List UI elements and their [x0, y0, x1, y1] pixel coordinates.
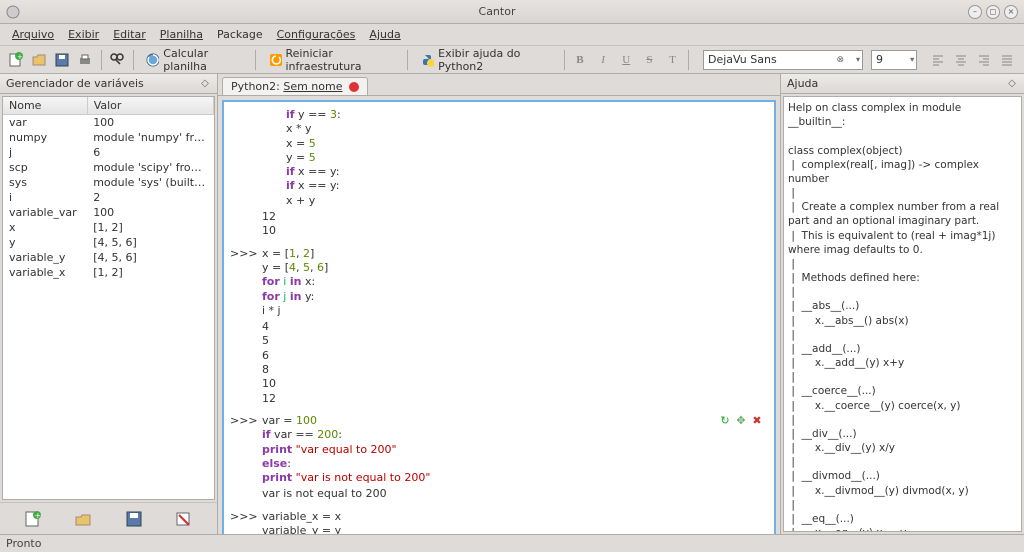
clear-icon[interactable]: ⊗: [836, 55, 844, 65]
prompt: >>>: [230, 414, 258, 428]
font-size-value: 9: [876, 53, 883, 66]
bold-button[interactable]: B: [570, 49, 589, 71]
menu-configuracoes[interactable]: Configurações: [271, 26, 362, 43]
font-family-value: DejaVu Sans: [708, 53, 777, 66]
align-right-button[interactable]: [973, 49, 995, 71]
col-valor[interactable]: Valor: [87, 97, 213, 115]
align-justify-button[interactable]: [996, 49, 1018, 71]
variable-manager-title: Gerenciador de variáveis: [6, 77, 144, 90]
help-body[interactable]: Help on class complex in module __builti…: [783, 96, 1022, 532]
underline-button[interactable]: U: [617, 49, 636, 71]
move-cell-button[interactable]: ✥: [734, 414, 748, 428]
window-titlebar: Cantor – ◻ ×: [0, 0, 1024, 24]
menu-arquivo[interactable]: Arquivo: [6, 26, 60, 43]
variable-toolbar: +: [0, 502, 217, 534]
help-python-label: Exibir ajuda do Python2: [438, 47, 551, 73]
statusbar: Pronto: [0, 534, 1024, 552]
new-button[interactable]: +: [6, 49, 25, 71]
window-close-button[interactable]: ×: [1004, 5, 1018, 19]
table-row[interactable]: variable_y[4, 5, 6]: [3, 250, 214, 265]
table-row[interactable]: sysmodule 'sys' (built-in): [3, 175, 214, 190]
run-cell-button[interactable]: ↻: [718, 414, 732, 428]
svg-text:+: +: [35, 511, 42, 520]
window-title: Cantor: [26, 5, 968, 18]
main-toolbar: + Calcular planilha Reiniciar infraestru…: [0, 46, 1024, 74]
prompt: >>>: [230, 510, 258, 524]
variable-manager-panel: Gerenciador de variáveis ◇ Nome Valor va…: [0, 74, 218, 534]
tab-label: Python2: Sem nome: [231, 80, 343, 93]
code-cell[interactable]: >>> ↻ ✥ ✖ var = 100if var == 200: print …: [230, 412, 768, 487]
panel-close-button[interactable]: ◇: [1006, 78, 1018, 90]
tabbar: Python2: Sem nome: [218, 74, 780, 96]
strike-button[interactable]: S: [640, 49, 659, 71]
menu-ajuda[interactable]: Ajuda: [363, 26, 406, 43]
calculate-button[interactable]: Calcular planilha: [139, 45, 248, 75]
tab-dirty-icon: [349, 82, 359, 92]
find-button[interactable]: [107, 49, 126, 71]
table-row[interactable]: j6: [3, 145, 214, 160]
cell-output: 45681012: [230, 320, 768, 412]
menu-editar[interactable]: Editar: [107, 26, 152, 43]
cell-output: 1210: [230, 210, 768, 245]
worksheet[interactable]: if y == 3: x * yx = 5y = 5if x == y: if …: [222, 100, 776, 534]
help-python-button[interactable]: Exibir ajuda do Python2: [414, 45, 557, 75]
table-row[interactable]: variable_var100: [3, 205, 214, 220]
chevron-down-icon: ▾: [856, 55, 860, 64]
align-left-button[interactable]: [927, 49, 949, 71]
save-variable-button[interactable]: [120, 507, 148, 531]
window-maximize-button[interactable]: ◻: [986, 5, 1000, 19]
col-nome[interactable]: Nome: [3, 97, 87, 115]
window-minimize-button[interactable]: –: [968, 5, 982, 19]
panel-close-button[interactable]: ◇: [199, 78, 211, 90]
chevron-down-icon: ▾: [910, 55, 914, 64]
variable-table[interactable]: Nome Valor var100numpymodule 'numpy' fro…: [2, 96, 215, 500]
table-row[interactable]: variable_x[1, 2]: [3, 265, 214, 280]
variable-manager-header: Gerenciador de variáveis ◇: [0, 74, 217, 94]
table-row[interactable]: i2: [3, 190, 214, 205]
tab-python2[interactable]: Python2: Sem nome: [222, 77, 368, 95]
app-icon: [6, 5, 20, 19]
status-text: Pronto: [6, 537, 41, 550]
menu-exibir[interactable]: Exibir: [62, 26, 105, 43]
worksheet-scroll[interactable]: if y == 3: x * yx = 5y = 5if x == y: if …: [218, 96, 780, 534]
table-row[interactable]: numpymodule 'numpy' from '/u...: [3, 130, 214, 145]
menu-package[interactable]: Package: [211, 26, 269, 43]
prompt: >>>: [230, 247, 258, 261]
menubar: Arquivo Exibir Editar Planilha Package C…: [0, 24, 1024, 46]
align-center-button[interactable]: [950, 49, 972, 71]
table-row[interactable]: var100: [3, 115, 214, 131]
table-row[interactable]: x[1, 2]: [3, 220, 214, 235]
table-row[interactable]: y[4, 5, 6]: [3, 235, 214, 250]
text-button[interactable]: T: [663, 49, 682, 71]
add-variable-button[interactable]: +: [19, 507, 47, 531]
restart-button[interactable]: Reiniciar infraestrutura: [262, 45, 402, 75]
code-cell[interactable]: if y == 3: x * yx = 5y = 5if x == y: if …: [230, 106, 768, 210]
calculate-label: Calcular planilha: [163, 47, 242, 73]
workspace: Gerenciador de variáveis ◇ Nome Valor va…: [0, 74, 1024, 534]
menu-planilha[interactable]: Planilha: [154, 26, 209, 43]
print-button[interactable]: [75, 49, 94, 71]
code-cell[interactable]: >>>x = [1, 2]y = [4, 5, 6]for i in x: fo…: [230, 245, 768, 320]
font-family-combo[interactable]: DejaVu Sans ⊗ ▾: [703, 50, 863, 70]
open-button[interactable]: [29, 49, 48, 71]
help-header: Ajuda ◇: [781, 74, 1024, 94]
font-size-combo[interactable]: 9 ▾: [871, 50, 917, 70]
code-cell[interactable]: >>>variable_x = xvariable_y = yvariable_…: [230, 508, 768, 534]
table-row[interactable]: scpmodule 'scipy' from '/usr...: [3, 160, 214, 175]
center-area: Python2: Sem nome if y == 3: x * yx = 5y…: [218, 74, 780, 534]
load-variable-button[interactable]: [69, 507, 97, 531]
delete-cell-button[interactable]: ✖: [750, 414, 764, 428]
delete-variable-button[interactable]: [170, 507, 198, 531]
help-panel: Ajuda ◇ Help on class complex in module …: [780, 74, 1024, 534]
save-button[interactable]: [52, 49, 71, 71]
cell-output: var is not equal to 200: [230, 487, 768, 507]
restart-label: Reiniciar infraestrutura: [286, 47, 396, 73]
italic-button[interactable]: I: [594, 49, 613, 71]
help-title: Ajuda: [787, 77, 818, 90]
svg-text:+: +: [17, 53, 23, 61]
